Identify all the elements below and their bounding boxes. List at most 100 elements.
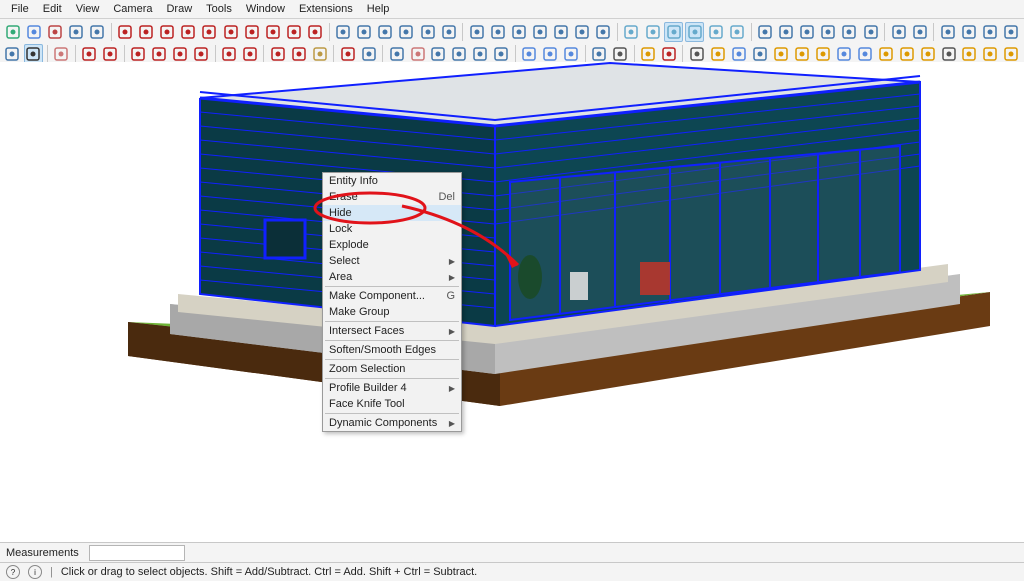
ext10-icon[interactable] [834, 44, 853, 64]
measurements-input[interactable] [89, 545, 185, 561]
left-icon[interactable] [573, 22, 592, 42]
solid2-icon[interactable] [777, 22, 796, 42]
pie-icon[interactable] [305, 22, 324, 42]
ctx-entity-info[interactable]: Entity Info [323, 173, 461, 189]
component-icon[interactable] [24, 22, 43, 42]
ext7-icon[interactable] [771, 44, 790, 64]
ext1-icon[interactable] [639, 44, 658, 64]
arc2-icon[interactable] [263, 22, 282, 42]
section-icon[interactable] [359, 44, 378, 64]
ctx-hide[interactable]: Hide [323, 205, 461, 221]
ctx-profile-builder-4[interactable]: Profile Builder 4▶ [323, 380, 461, 396]
ctx-dynamic-components[interactable]: Dynamic Components▶ [323, 415, 461, 431]
orbit-icon[interactable] [387, 44, 406, 64]
ext11-icon[interactable] [855, 44, 874, 64]
ext4-icon[interactable] [708, 44, 727, 64]
newdoc-icon[interactable] [590, 44, 609, 64]
freehand-icon[interactable] [137, 22, 156, 42]
polygon-icon[interactable] [221, 22, 240, 42]
redo-icon[interactable] [87, 22, 106, 42]
ext16-icon[interactable] [960, 44, 979, 64]
hidden-icon[interactable] [664, 22, 683, 42]
today-icon[interactable] [3, 22, 22, 42]
ext12-icon[interactable] [876, 44, 895, 64]
ctx-make-component-[interactable]: Make Component...G [323, 288, 461, 304]
followme-icon[interactable] [338, 44, 357, 64]
shaded-icon[interactable] [685, 22, 704, 42]
protractor-icon[interactable] [376, 22, 395, 42]
gear4-icon[interactable] [1002, 22, 1021, 42]
pushpull-icon[interactable] [219, 44, 238, 64]
ctx-zoom-selection[interactable]: Zoom Selection [323, 361, 461, 377]
scale-icon[interactable] [310, 44, 329, 64]
layers2-icon[interactable] [541, 44, 560, 64]
dimension-icon[interactable] [355, 22, 374, 42]
rotate-icon[interactable] [289, 44, 308, 64]
ctx-explode[interactable]: Explode [323, 237, 461, 253]
line2-icon[interactable] [80, 44, 99, 64]
layers3-icon[interactable] [562, 44, 581, 64]
ctx-area[interactable]: Area▶ [323, 269, 461, 285]
mono-icon[interactable] [727, 22, 746, 42]
menu-extensions[interactable]: Extensions [292, 2, 360, 16]
undo-icon[interactable] [66, 22, 85, 42]
ctx-erase[interactable]: EraseDel [323, 189, 461, 205]
ctx-soften-smooth-edges[interactable]: Soften/Smooth Edges [323, 342, 461, 358]
zoomwin-icon[interactable] [450, 44, 469, 64]
iso-icon[interactable] [467, 22, 486, 42]
circle-icon[interactable] [200, 22, 219, 42]
layers1-icon[interactable] [520, 44, 539, 64]
menu-edit[interactable]: Edit [36, 2, 69, 16]
menu-draw[interactable]: Draw [159, 2, 199, 16]
rect2-icon[interactable] [129, 44, 148, 64]
ctx-select[interactable]: Select▶ [323, 253, 461, 269]
solid4-icon[interactable] [819, 22, 838, 42]
ext13-icon[interactable] [897, 44, 916, 64]
rotrect2-icon[interactable] [150, 44, 169, 64]
top-icon[interactable] [488, 22, 507, 42]
ctx-lock[interactable]: Lock [323, 221, 461, 237]
gear1-icon[interactable] [938, 22, 957, 42]
eraser-icon[interactable] [52, 44, 71, 64]
ctx-intersect-faces[interactable]: Intersect Faces▶ [323, 323, 461, 339]
prev-icon[interactable] [492, 44, 511, 64]
solid3-icon[interactable] [798, 22, 817, 42]
solid1-icon[interactable] [755, 22, 774, 42]
ext5-icon[interactable] [729, 44, 748, 64]
ext18-icon[interactable] [1002, 44, 1021, 64]
move-icon[interactable] [268, 44, 287, 64]
menu-file[interactable]: File [4, 2, 36, 16]
freehand2-icon[interactable] [101, 44, 120, 64]
person-icon[interactable] [611, 44, 630, 64]
wireframe-icon[interactable] [643, 22, 662, 42]
menu-view[interactable]: View [69, 2, 107, 16]
xray-icon[interactable] [622, 22, 641, 42]
ext8-icon[interactable] [792, 44, 811, 64]
line-icon[interactable] [116, 22, 135, 42]
menu-tools[interactable]: Tools [199, 2, 239, 16]
menu-help[interactable]: Help [360, 2, 397, 16]
pan-icon[interactable] [408, 44, 427, 64]
rectangle-icon[interactable] [158, 22, 177, 42]
text-icon[interactable] [397, 22, 416, 42]
ext2-icon[interactable] [660, 44, 679, 64]
arc-icon[interactable] [242, 22, 261, 42]
zoom-icon[interactable] [3, 44, 22, 64]
arc3-icon[interactable] [284, 22, 303, 42]
axes-icon[interactable] [418, 22, 437, 42]
ctx-make-group[interactable]: Make Group [323, 304, 461, 320]
select-icon[interactable] [24, 44, 43, 64]
ext6-icon[interactable] [750, 44, 769, 64]
menu-window[interactable]: Window [239, 2, 292, 16]
gear3-icon[interactable] [980, 22, 999, 42]
zoomext-icon[interactable] [471, 44, 490, 64]
right-icon[interactable] [530, 22, 549, 42]
help-icon[interactable]: ? [6, 565, 20, 579]
solid6-icon[interactable] [861, 22, 880, 42]
solid7-icon[interactable] [889, 22, 908, 42]
offset-icon[interactable] [240, 44, 259, 64]
tape-icon[interactable] [334, 22, 353, 42]
viewport-3d[interactable]: Entity InfoEraseDelHideLockExplodeSelect… [0, 62, 1024, 541]
3dtext-icon[interactable] [439, 22, 458, 42]
info-icon[interactable]: i [28, 565, 42, 579]
